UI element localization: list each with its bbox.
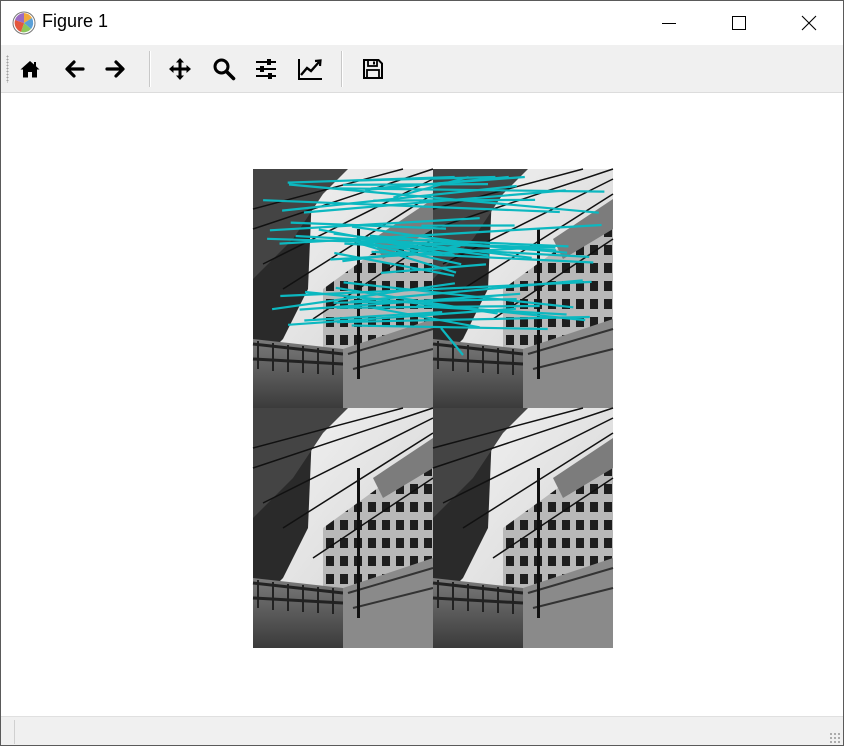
close-icon (801, 15, 817, 31)
save-button[interactable] (356, 52, 390, 86)
chart-line-icon (298, 59, 322, 80)
figure-window: Figure 1 (0, 0, 844, 746)
figure-image[interactable] (1, 93, 843, 716)
pan-button[interactable] (163, 52, 197, 86)
forward-button[interactable] (99, 52, 133, 86)
resize-grip[interactable] (829, 732, 841, 744)
save-icon (363, 59, 383, 79)
maximize-button[interactable] (704, 1, 774, 45)
customize-button[interactable] (293, 52, 327, 86)
arrow-left-icon (65, 60, 85, 78)
toolbar-separator (149, 51, 151, 87)
figure-canvas[interactable] (1, 93, 843, 716)
title-bar[interactable]: Figure 1 (1, 1, 843, 45)
minimize-icon (662, 23, 676, 24)
zoom-button[interactable] (207, 52, 241, 86)
status-bar (1, 716, 843, 745)
image-panel-bottom-left (251, 406, 435, 650)
back-button[interactable] (57, 52, 91, 86)
home-button[interactable] (13, 52, 47, 86)
close-button[interactable] (774, 1, 843, 45)
toolbar-separator (341, 51, 343, 87)
zoom-icon (213, 58, 236, 81)
maximize-icon (732, 16, 746, 30)
navigation-toolbar (1, 45, 843, 93)
subplots-button[interactable] (249, 52, 283, 86)
image-panel-bottom-right (431, 406, 615, 650)
move-icon (169, 58, 191, 80)
sliders-icon (256, 59, 276, 79)
minimize-button[interactable] (634, 1, 704, 45)
home-icon (20, 61, 40, 78)
arrow-right-icon (105, 60, 125, 78)
status-separator (14, 720, 15, 744)
window-title: Figure 1 (42, 11, 109, 31)
matplotlib-icon (12, 11, 36, 35)
toolbar-grip[interactable] (6, 55, 9, 83)
